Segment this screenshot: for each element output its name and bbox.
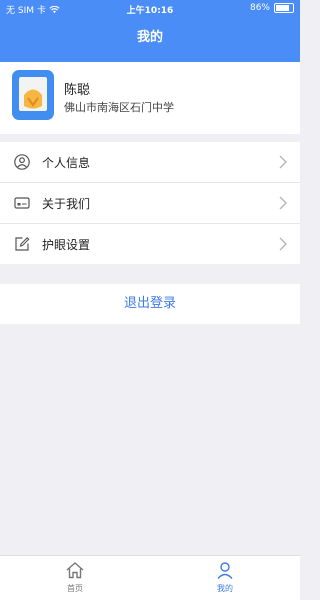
battery-icon [274, 3, 294, 13]
menu-item-eye-protection[interactable]: 护眼设置 [0, 224, 300, 264]
edit-icon [15, 237, 30, 251]
logout-button[interactable]: 退出登录 [0, 284, 300, 324]
user-school: 佛山市南海区石门中学 [64, 101, 174, 114]
status-bar: 无 SIM 卡 上午10:16 86% [0, 0, 300, 18]
menu-item-label: 护眼设置 [42, 238, 91, 252]
menu-item-label: 个人信息 [42, 156, 91, 170]
settings-menu: 个人信息 关于我们 护眼设置 [0, 142, 300, 264]
user-name: 陈聪 [64, 83, 91, 98]
profile-card[interactable]: 陈聪 佛山市南海区石门中学 [0, 62, 300, 134]
app-header: 无 SIM 卡 上午10:16 86% 我的 [0, 0, 300, 62]
menu-item-about-us[interactable]: 关于我们 [0, 183, 300, 224]
person-icon [217, 562, 233, 579]
home-icon [66, 562, 84, 579]
tab-home[interactable]: 首页 [45, 558, 105, 598]
tab-home-label: 首页 [67, 584, 83, 593]
avatar [12, 70, 54, 120]
menu-item-personal-info[interactable]: 个人信息 [0, 142, 300, 183]
page-title: 我的 [136, 30, 163, 45]
card-icon [14, 197, 30, 209]
chevron-right-icon [279, 237, 287, 251]
tab-bar: 首页 我的 [0, 555, 300, 600]
chevron-right-icon [279, 155, 287, 169]
user-icon [14, 154, 30, 170]
menu-item-label: 关于我们 [42, 197, 91, 211]
tab-me[interactable]: 我的 [195, 558, 255, 598]
chevron-right-icon [279, 196, 287, 210]
battery-percent: 86% [249, 3, 270, 13]
tab-me-label: 我的 [217, 584, 233, 593]
